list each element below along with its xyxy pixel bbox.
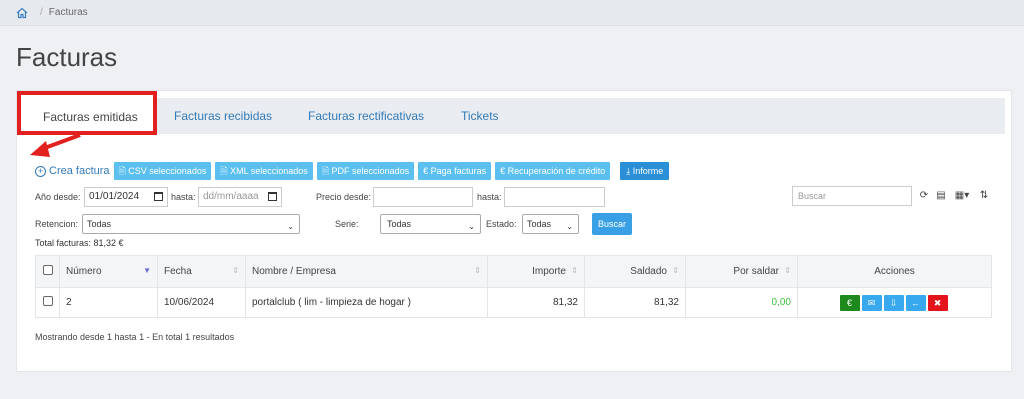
csv-label: CSV seleccionados bbox=[128, 166, 207, 176]
header-importe-label: Importe bbox=[532, 266, 566, 277]
cell-por-saldar: 0,00 bbox=[685, 287, 798, 318]
refresh-icon[interactable]: ⟳ bbox=[918, 190, 930, 202]
sort-icon: ⇕ bbox=[232, 266, 239, 275]
year-from-label: Año desde: bbox=[35, 192, 81, 202]
select-all-cell bbox=[35, 255, 60, 288]
total-invoices: Total facturas: 81,32 € bbox=[35, 238, 124, 248]
header-por-saldar[interactable]: Por saldar ⇕ bbox=[685, 255, 798, 288]
pay-label: Paga facturas bbox=[430, 166, 487, 176]
cell-fecha: 10/06/2024 bbox=[157, 287, 246, 318]
breadcrumb-current: Facturas bbox=[48, 7, 88, 18]
chevron-down-icon: ⌄ bbox=[287, 222, 294, 231]
report-button[interactable]: ⤓ Informe bbox=[620, 162, 670, 180]
calendar-icon[interactable] bbox=[154, 192, 163, 201]
series-label: Serie: bbox=[335, 219, 359, 229]
pdf-label: PDF seleccionados bbox=[331, 166, 410, 176]
tab-facturas-recibidas[interactable]: Facturas recibidas bbox=[174, 98, 272, 134]
delete-button[interactable]: ✖ bbox=[927, 294, 948, 311]
year-from-input[interactable]: 01/01/2024 bbox=[84, 187, 168, 207]
toolbar: + Crea factura 🗎 CSV seleccionados 🗎 XML… bbox=[35, 161, 670, 181]
sort-icon: ⇕ bbox=[672, 266, 679, 275]
invoices-table: Número ▼ Fecha ⇕ Nombre / Empresa ⇕ Importe… bbox=[35, 255, 992, 318]
grid-dropdown-icon[interactable]: ▦▾ bbox=[953, 190, 971, 202]
header-nombre[interactable]: Nombre / Empresa ⇕ bbox=[245, 255, 488, 288]
breadcrumb: / Facturas bbox=[0, 0, 1024, 26]
header-nombre-label: Nombre / Empresa bbox=[252, 266, 336, 277]
row-select-cell bbox=[35, 287, 60, 318]
status-select[interactable]: Todas ⌄ bbox=[522, 214, 579, 234]
tab-tickets[interactable]: Tickets bbox=[461, 98, 499, 134]
chevron-down-icon: ⌄ bbox=[468, 222, 475, 231]
cell-numero: 2 bbox=[59, 287, 158, 318]
tab-bar: Facturas emitidas Facturas recibidas Fac… bbox=[17, 97, 1005, 137]
header-saldado-label: Saldado bbox=[630, 266, 667, 277]
search-input[interactable]: Buscar bbox=[792, 186, 912, 206]
year-from-value: 01/01/2024 bbox=[89, 191, 140, 202]
pay-invoices-button[interactable]: € Paga facturas bbox=[418, 162, 492, 180]
xml-selected-button[interactable]: 🗎 XML seleccionados bbox=[215, 162, 313, 180]
cell-nombre: portalclub ( lim - limpieza de hogar ) bbox=[245, 287, 488, 318]
breadcrumb-separator: / bbox=[40, 7, 43, 18]
arrow-annotation-icon bbox=[30, 133, 81, 157]
header-fecha-label: Fecha bbox=[164, 266, 192, 277]
search-placeholder: Buscar bbox=[798, 191, 827, 201]
email-button[interactable]: ✉ bbox=[861, 294, 882, 311]
retention-select[interactable]: Todas ⌄ bbox=[82, 214, 300, 234]
results-summary: Mostrando desde 1 hasta 1 - En total 1 r… bbox=[35, 332, 235, 342]
header-saldado[interactable]: Saldado ⇕ bbox=[584, 255, 686, 288]
header-por-saldar-label: Por saldar bbox=[733, 266, 779, 277]
row-checkbox[interactable] bbox=[42, 296, 53, 306]
price-to-input[interactable] bbox=[504, 187, 605, 207]
pay-euro-button[interactable]: € bbox=[839, 294, 860, 311]
xml-label: XML seleccionados bbox=[230, 166, 308, 176]
header-numero[interactable]: Número ▼ bbox=[59, 255, 158, 288]
chevron-down-icon: ⌄ bbox=[566, 222, 573, 231]
price-to-label: hasta: bbox=[477, 192, 502, 202]
price-from-input[interactable] bbox=[373, 187, 473, 207]
series-select[interactable]: Todas ⌄ bbox=[380, 214, 481, 234]
year-to-placeholder: dd/mm/aaaa bbox=[203, 191, 259, 202]
select-all-checkbox[interactable] bbox=[42, 265, 53, 275]
price-from-label: Precio desde: bbox=[316, 192, 372, 202]
create-invoice-label: Crea factura bbox=[49, 165, 110, 177]
page-title: Facturas bbox=[16, 42, 118, 72]
create-invoice-link[interactable]: + Crea factura bbox=[35, 165, 110, 177]
pdf-selected-button[interactable]: 🗎 PDF seleccionados bbox=[316, 162, 415, 180]
header-importe[interactable]: Importe ⇕ bbox=[487, 255, 585, 288]
status-label: Estado: bbox=[486, 219, 517, 229]
invoices-panel: Facturas emitidas Facturas recibidas Fac… bbox=[16, 90, 1012, 372]
header-fecha[interactable]: Fecha ⇕ bbox=[157, 255, 246, 288]
sort-desc-icon: ▼ bbox=[143, 266, 151, 275]
return-arrow-button[interactable]: ← bbox=[905, 294, 926, 311]
csv-selected-button[interactable]: 🗎 CSV seleccionados bbox=[113, 162, 212, 180]
home-icon[interactable] bbox=[16, 7, 28, 19]
highlight-annotation bbox=[17, 91, 157, 135]
sort-icon: ⇕ bbox=[784, 266, 791, 275]
report-label: Informe bbox=[632, 166, 664, 176]
sort-icon: ⇕ bbox=[571, 266, 578, 275]
sort-icon[interactable]: ⇅ bbox=[978, 190, 990, 202]
tab-facturas-rectificativas[interactable]: Facturas rectificativas bbox=[308, 98, 424, 134]
year-to-input[interactable]: dd/mm/aaaa bbox=[198, 187, 282, 207]
credit-recovery-button[interactable]: € Recuperación de crédito bbox=[495, 162, 611, 180]
recovery-label: Recuperación de crédito bbox=[507, 166, 606, 176]
sort-icon: ⇕ bbox=[474, 266, 481, 275]
status-value: Todas bbox=[527, 219, 552, 229]
header-acciones: Acciones bbox=[797, 255, 992, 288]
table-row: 2 10/06/2024 portalclub ( lim - limpieza… bbox=[35, 287, 992, 318]
header-numero-label: Número bbox=[66, 266, 102, 277]
search-button[interactable]: Buscar bbox=[592, 213, 633, 235]
cell-importe: 81,32 bbox=[487, 287, 585, 318]
table-header-row: Número ▼ Fecha ⇕ Nombre / Empresa ⇕ Importe… bbox=[35, 255, 992, 288]
cell-acciones: € ✉ ⇩ ← ✖ bbox=[797, 287, 992, 318]
series-value: Todas bbox=[387, 219, 412, 229]
retention-label: Retencion: bbox=[35, 219, 79, 229]
plus-circle-icon: + bbox=[35, 165, 46, 177]
retention-value: Todas bbox=[87, 219, 112, 229]
download-button[interactable]: ⇩ bbox=[883, 294, 904, 311]
year-to-label: hasta: bbox=[171, 192, 196, 202]
calendar-icon[interactable] bbox=[268, 192, 277, 201]
cell-saldado: 81,32 bbox=[584, 287, 686, 318]
columns-icon[interactable]: ▤ bbox=[935, 190, 947, 202]
